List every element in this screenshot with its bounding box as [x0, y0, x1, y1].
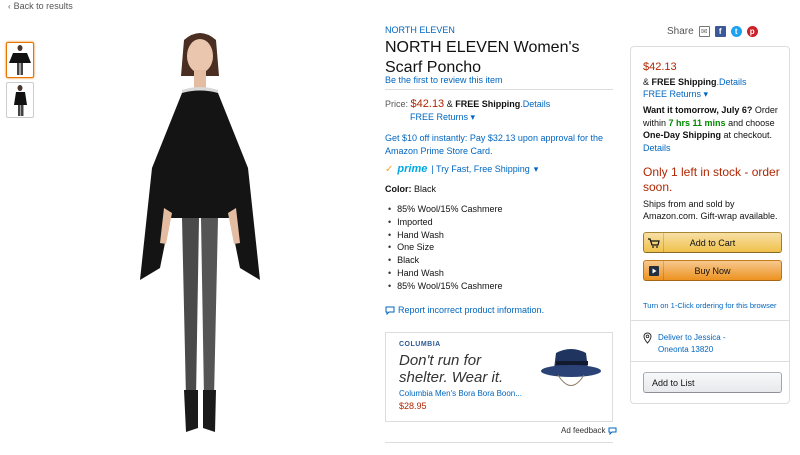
chevron-down-icon: ▾ [470, 112, 476, 122]
promo-link[interactable]: Get $10 off instantly: Pay $32.13 upon a… [385, 132, 615, 158]
thumbnail-side[interactable] [6, 82, 34, 118]
ad-feedback-link[interactable]: Ad feedback [561, 426, 617, 435]
stock-status: Only 1 left in stock - order soon. [643, 165, 780, 194]
report-label: Report incorrect product information. [398, 305, 545, 315]
delivery-text: at checkout. [721, 130, 773, 140]
thumbnail-front-image [9, 45, 31, 75]
feature-item: One Size [388, 241, 503, 254]
feature-item: 85% Wool/15% Cashmere [388, 203, 502, 216]
chevron-down-icon: ▾ [703, 89, 709, 99]
buybox-price: $42.13 [643, 61, 677, 73]
ships-from-text: Ships from and sold by Amazon.com. Gift-… [643, 199, 778, 221]
ad-headline: Don't run for shelter. Wear it. [399, 352, 504, 386]
divider [631, 361, 789, 362]
ad-price: $28.95 [399, 401, 427, 411]
prime-text: | Try Fast, Free Shipping [431, 164, 530, 174]
countdown-time: 7 hrs 11 mins [668, 117, 726, 128]
buybox-free-returns-label: FREE Returns [643, 89, 702, 99]
feature-item: Imported [388, 216, 503, 229]
divider [385, 442, 613, 443]
prime-row[interactable]: ✓ prime | Try Fast, Free Shipping ▾ [385, 163, 538, 175]
price-row: Price: $42.13 & FREE Shipping.Details [385, 98, 550, 110]
add-to-list-label: Add to List [652, 377, 695, 388]
color-row: Color: Black [385, 184, 436, 194]
delivery-text: and choose [725, 117, 775, 128]
feature-item: Hand Wash [388, 267, 503, 280]
add-to-cart-button[interactable]: Add to Cart [643, 232, 782, 253]
one-click-link[interactable]: Turn on 1-Click ordering for this browse… [643, 301, 777, 310]
free-returns-link[interactable]: FREE Returns ▾ [410, 112, 475, 123]
thumbnail-front[interactable] [6, 42, 34, 78]
play-icon [644, 261, 664, 280]
report-incorrect-link[interactable]: Report incorrect product information. [385, 305, 544, 315]
deliver-to-link[interactable]: Deliver to Jessica - Oneonta 13820 [643, 332, 726, 356]
location-pin-icon [643, 332, 652, 344]
buy-box: $42.13 & FREE Shipping.Details FREE Retu… [630, 46, 790, 404]
shipping-details-link[interactable]: .Details [520, 99, 550, 109]
prime-check-icon: ✓ [385, 163, 394, 175]
divider [631, 320, 789, 321]
delivery-details-link[interactable]: Details [643, 143, 671, 153]
color-value: Black [414, 184, 437, 194]
feature-item: Hand Wash [388, 229, 503, 242]
back-label: Back to results [13, 1, 73, 11]
product-main-image[interactable] [120, 18, 280, 448]
price-label: Price: [385, 99, 409, 109]
thumbnail-side-image [14, 85, 27, 116]
chevron-down-icon: ▾ [533, 163, 539, 174]
sponsored-ad[interactable]: COLUMBIA Don't run for shelter. Wear it.… [385, 332, 613, 422]
ad-product-link[interactable]: Columbia Men's Bora Bora Boon... [399, 389, 522, 398]
product-title: NORTH ELEVEN Women's Scarf Poncho [385, 39, 580, 76]
buybox-shipping: & FREE Shipping.Details [643, 77, 747, 87]
ad-brand: COLUMBIA [399, 341, 441, 348]
buybox-free-returns-link[interactable]: FREE Returns ▾ [643, 89, 708, 100]
share-bar: Share ✉ f t p [667, 26, 758, 37]
feature-item: 85% Wool/15% Cashmere [388, 280, 502, 293]
chevron-left-icon: ‹ [8, 2, 11, 11]
free-shipping-label: FREE Shipping [455, 99, 521, 109]
one-day-shipping-label: One-Day Shipping [643, 130, 722, 140]
buybox-shipping-details-link[interactable]: .Details [717, 77, 747, 87]
deliver-to-name: Deliver to Jessica - [658, 333, 726, 342]
ad-feedback-label: Ad feedback [561, 426, 606, 435]
free-returns-label: FREE Returns [410, 112, 469, 122]
prime-logo: prime [397, 163, 428, 175]
delivery-estimate: Want it tomorrow, July 6? Order within 7… [643, 104, 783, 154]
review-link[interactable]: Be the first to review this item [385, 75, 503, 85]
divider [385, 89, 613, 90]
speech-bubble-icon [608, 427, 617, 435]
email-icon[interactable]: ✉ [698, 26, 710, 37]
color-label: Color: [385, 184, 412, 194]
feature-item: Black [388, 254, 503, 267]
share-label: Share [667, 26, 694, 37]
buybox-free-shipping: FREE Shipping [651, 77, 717, 87]
add-to-cart-label: Add to Cart [689, 237, 736, 248]
price-value: $42.13 [410, 98, 445, 110]
shipping-prefix: & [446, 99, 456, 109]
facebook-icon[interactable]: f [714, 26, 726, 37]
brand-link[interactable]: NORTH ELEVEN [385, 25, 455, 35]
back-to-results-link[interactable]: ‹ Back to results [8, 1, 73, 11]
buy-now-label: Buy Now [694, 265, 731, 276]
buy-now-button[interactable]: Buy Now [643, 260, 782, 281]
speech-bubble-icon [385, 306, 395, 315]
twitter-icon[interactable]: t [730, 26, 742, 37]
buybox-shipping-prefix: & [643, 77, 652, 87]
feature-list: 85% Wool/15% Cashmere Imported Hand Wash… [388, 203, 503, 293]
pinterest-icon[interactable]: p [746, 26, 758, 37]
deliver-to-location: Oneonta 13820 [658, 345, 714, 354]
hat-image [541, 349, 601, 386]
cart-icon [644, 233, 664, 252]
add-to-list-button[interactable]: Add to List [643, 372, 782, 393]
want-it-label: Want it tomorrow, July 6? [643, 105, 753, 115]
